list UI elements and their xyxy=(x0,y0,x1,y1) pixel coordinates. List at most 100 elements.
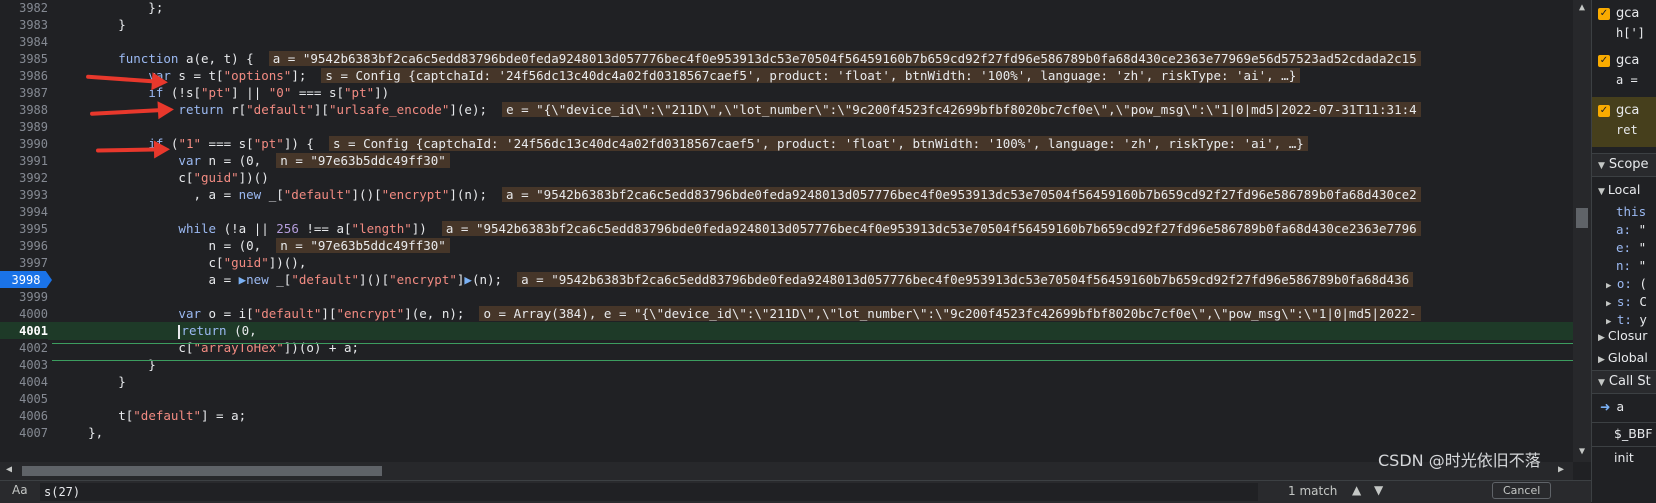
line-number[interactable]: 4007 xyxy=(0,424,48,442)
inline-value-preview: a = "9542b6383bf2ca6c5edd83796bde0feda92… xyxy=(268,51,1421,66)
execution-marker-icon[interactable]: ▶ xyxy=(464,272,472,287)
code-line[interactable]: 4005 xyxy=(0,390,1573,408)
breakpoint-marker[interactable]: 3998 xyxy=(0,271,52,289)
line-number[interactable]: 3992 xyxy=(0,169,48,187)
code-line[interactable]: 3985 function a(e, t) { a = "9542b6383bf… xyxy=(0,50,1573,68)
global-scope-header[interactable]: ▶ Global xyxy=(1592,347,1656,369)
line-number[interactable]: 4005 xyxy=(0,390,48,408)
code-text: } xyxy=(58,17,126,32)
code-line[interactable]: 3989 xyxy=(0,118,1573,136)
line-number[interactable]: 3990 xyxy=(0,135,48,153)
code-line[interactable]: 3995 while (!a || 256 !== a["length"]) a… xyxy=(0,220,1573,238)
call-frame[interactable]: init xyxy=(1592,446,1656,469)
code-text: } xyxy=(58,374,126,389)
line-number[interactable]: 3983 xyxy=(0,16,48,34)
code-text: }; xyxy=(58,0,164,15)
code-line[interactable]: 3991 var n = (0, n = "97e63b5ddc49ff30" xyxy=(0,152,1573,170)
scope-section-header[interactable]: ▼ Scope xyxy=(1592,153,1656,177)
scroll-right-icon[interactable]: ▶ xyxy=(1558,464,1564,475)
line-number[interactable]: 3982 xyxy=(0,0,48,17)
code-text: return r["default"]["urlsafe_encode"](e)… xyxy=(58,101,1421,119)
call-frame[interactable]: ➜ a xyxy=(1592,396,1656,418)
line-number[interactable]: 4003 xyxy=(0,356,48,374)
checkbox-checked-icon[interactable]: ✓ xyxy=(1598,8,1610,20)
code-text: } xyxy=(58,357,156,372)
scroll-thumb[interactable] xyxy=(1576,208,1588,228)
checkbox-checked-icon[interactable]: ✓ xyxy=(1598,105,1610,117)
line-number[interactable]: 4004 xyxy=(0,373,48,391)
line-number[interactable]: 3987 xyxy=(0,84,48,102)
code-line[interactable]: 3992 c["guid"])() xyxy=(0,169,1573,187)
code-editor[interactable]: 3982 }; 3983 } 3984 3985 function a(e, t) {… xyxy=(0,0,1573,462)
line-number[interactable]: 3988 xyxy=(0,101,48,119)
line-number[interactable]: 4006 xyxy=(0,407,48,425)
code-line[interactable]: 3988 return r["default"]["urlsafe_encode… xyxy=(0,101,1573,119)
search-input[interactable] xyxy=(40,483,1258,501)
editor-horizontal-scrollbar[interactable]: ◀ ▶ xyxy=(0,462,1573,480)
code-text: n = (0, n = "97e63b5ddc49ff30" xyxy=(58,237,450,255)
code-text: var s = t["options"]; s = Config {captch… xyxy=(58,67,1301,85)
code-line[interactable]: 4000 var o = i["default"]["encrypt"](e, … xyxy=(0,305,1573,323)
code-line[interactable]: 3997 c["guid"])(), xyxy=(0,254,1573,272)
code-line[interactable]: 3994 xyxy=(0,203,1573,221)
code-line[interactable]: 4004 } xyxy=(0,373,1573,391)
line-number[interactable]: 3986 xyxy=(0,67,48,85)
call-stack-section-header[interactable]: ▼ Call St xyxy=(1592,370,1656,394)
line-number[interactable]: 4002 xyxy=(0,339,48,357)
code-line[interactable]: 3998 a = ▶new _["default"]()["encrypt"]▶… xyxy=(0,271,1573,289)
code-line[interactable]: 3999 xyxy=(0,288,1573,306)
line-number[interactable]: 3994 xyxy=(0,203,48,221)
inline-value-preview: o = Array(384), e = "{\"device_id\":\"21… xyxy=(479,306,1421,321)
checkbox-checked-icon[interactable]: ✓ xyxy=(1598,55,1610,67)
inline-value-preview: a = "9542b6383bf2ca6c5edd83796bde0feda92… xyxy=(502,187,1421,202)
editor-vertical-scrollbar[interactable]: ▲ ▼ xyxy=(1573,0,1591,462)
line-number[interactable]: 3985 xyxy=(0,50,48,68)
code-text: c["guid"])(), xyxy=(58,255,307,270)
caret-right-icon: ▶ xyxy=(1606,281,1617,291)
code-line[interactable]: 4002 c["arrayToHex"])(o) + a; xyxy=(0,339,1573,357)
scroll-left-icon[interactable]: ◀ xyxy=(6,464,12,475)
line-number[interactable]: 3999 xyxy=(0,288,48,306)
code-line[interactable]: 3982 }; xyxy=(0,0,1573,17)
code-text: var o = i["default"]["encrypt"](e, n); o… xyxy=(58,305,1421,323)
line-number[interactable]: 3997 xyxy=(0,254,48,272)
code-line[interactable]: 3987 if (!s["pt"] || "0" === s["pt"]) xyxy=(0,84,1573,102)
line-number[interactable]: 3996 xyxy=(0,237,48,255)
code-line[interactable]: 3996 n = (0, n = "97e63b5ddc49ff30" xyxy=(0,237,1573,255)
code-text: while (!a || 256 !== a["length"]) a = "9… xyxy=(58,220,1421,238)
next-match-icon[interactable]: ▼ xyxy=(1374,483,1383,497)
code-line[interactable]: 3984 xyxy=(0,33,1573,51)
code-line[interactable]: 4003 } xyxy=(0,356,1573,374)
watermark: CSDN @时光依旧不落 xyxy=(1378,451,1541,470)
match-count: 1 match xyxy=(1288,484,1338,498)
code-line[interactable]: 3983 } xyxy=(0,16,1573,34)
code-line[interactable]: 4001 return (0, xyxy=(0,322,1573,340)
caret-right-icon: ▶ xyxy=(1606,299,1617,309)
local-scope-header[interactable]: ▼ Local xyxy=(1592,179,1656,201)
line-number[interactable]: 3993 xyxy=(0,186,48,204)
breakpoint-item-active[interactable]: ✓ gca ret xyxy=(1592,97,1656,147)
line-number[interactable]: 4001 xyxy=(0,322,48,340)
line-number[interactable]: 4000 xyxy=(0,305,48,323)
code-line[interactable]: 3993 , a = new _["default"]()["encrypt"]… xyxy=(0,186,1573,204)
current-frame-arrow-icon: ➜ xyxy=(1600,399,1611,414)
call-frame[interactable]: $_BBF xyxy=(1592,422,1656,445)
code-text: a = ▶new _["default"]()["encrypt"]▶(n); … xyxy=(58,271,1414,289)
prev-match-icon[interactable]: ▲ xyxy=(1352,483,1361,497)
match-case-icon[interactable]: Aa xyxy=(12,483,28,497)
caret-down-icon: ▼ xyxy=(1598,187,1605,197)
line-number[interactable]: 3995 xyxy=(0,220,48,238)
cancel-button[interactable]: Cancel xyxy=(1492,482,1552,499)
scroll-down-icon[interactable]: ▼ xyxy=(1573,446,1591,457)
closure-scope-header[interactable]: ▶ Closur xyxy=(1592,325,1656,347)
code-text: c["arrayToHex"])(o) + a; xyxy=(58,340,360,355)
scroll-up-icon[interactable]: ▲ xyxy=(1573,2,1591,13)
hscroll-thumb[interactable] xyxy=(22,466,382,476)
code-line[interactable]: 3990 if ("1" === s["pt"]) { s = Config {… xyxy=(0,135,1573,153)
line-number[interactable]: 3989 xyxy=(0,118,48,136)
line-number[interactable]: 3984 xyxy=(0,33,48,51)
line-number[interactable]: 3991 xyxy=(0,152,48,170)
code-line[interactable]: 4007 }, xyxy=(0,424,1573,442)
code-line[interactable]: 4006 t["default"] = a; xyxy=(0,407,1573,425)
code-line[interactable]: 3986 var s = t["options"]; s = Config {c… xyxy=(0,67,1573,85)
